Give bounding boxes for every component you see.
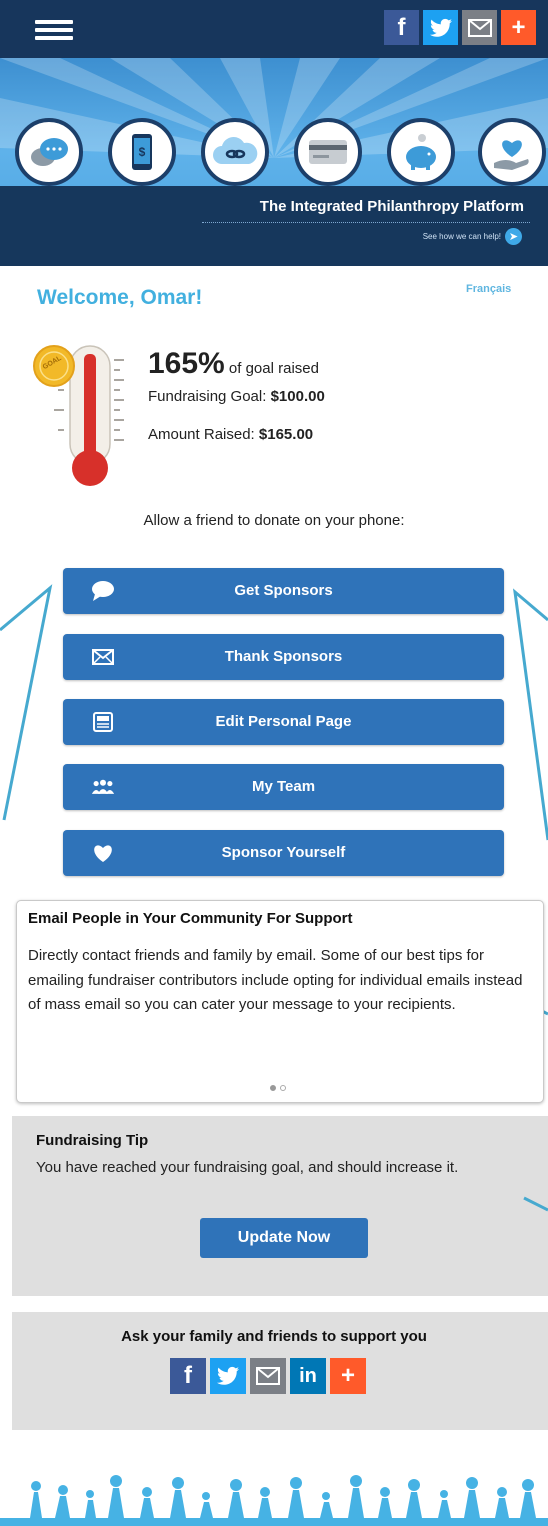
callout-tick-2 (523, 1196, 548, 1212)
percent-raised: 165% of goal raised (148, 347, 319, 381)
tip-title: Fundraising Tip (36, 1132, 149, 1149)
plus-icon[interactable]: + (330, 1358, 366, 1394)
carousel-dots (270, 1085, 286, 1091)
plus-icon[interactable]: + (501, 10, 536, 45)
raised-value: $165.00 (258, 426, 314, 443)
welcome-heading: Welcome, Omar! (37, 286, 203, 309)
raised-label: Amount Raised: (148, 426, 255, 443)
top-bar: f + (0, 0, 548, 58)
arrow-right-icon: ➤ (505, 228, 522, 245)
header-share-icons: f + (384, 10, 536, 45)
language-link[interactable]: Français (466, 283, 511, 295)
percent-value: 165% (148, 347, 225, 380)
cloud-link-icon (201, 118, 269, 186)
see-how-label: See how we can help! (422, 232, 501, 241)
twitter-icon[interactable] (423, 10, 458, 45)
email-card-title: Email People in Your Community For Suppo… (28, 910, 353, 927)
carousel-dot-1[interactable] (270, 1085, 276, 1091)
footer-share-icons: f in + (170, 1358, 366, 1394)
hamburger-icon[interactable] (35, 20, 73, 40)
mobile-phone-icon: $ (108, 118, 176, 186)
svg-text:$: $ (139, 145, 146, 159)
chat-bubbles-icon (15, 118, 83, 186)
email-card-body: Directly contact friends and family by e… (28, 947, 523, 1013)
facebook-icon[interactable]: f (384, 10, 419, 45)
heart-hand-icon (478, 118, 546, 186)
facebook-icon[interactable]: f (170, 1358, 206, 1394)
email-icon[interactable] (462, 10, 497, 45)
hero-banner: $ The Integrated Philanthropy Platform S… (0, 58, 548, 266)
tagline-bar: The Integrated Philanthropy Platform See… (0, 186, 548, 266)
thermometer-icon: GOAL (33, 345, 124, 486)
email-icon[interactable] (250, 1358, 286, 1394)
carousel-dot-2[interactable] (280, 1085, 286, 1091)
piggy-bank-icon (387, 118, 455, 186)
see-how-link[interactable]: See how we can help! ➤ (423, 228, 522, 245)
amount-raised: Amount Raised: $165.00 (148, 426, 313, 443)
fundraising-goal: Fundraising Goal: $100.00 (148, 388, 325, 405)
percent-suffix: of goal raised (228, 360, 319, 377)
tagline-text: The Integrated Philanthropy Platform (259, 198, 524, 215)
community-people-illustration (0, 1475, 548, 1526)
goal-value: $100.00 (270, 388, 325, 405)
allow-friend-text: Allow a friend to donate on your phone: (143, 512, 405, 529)
twitter-icon[interactable] (210, 1358, 246, 1394)
linkedin-icon[interactable]: in (290, 1358, 326, 1394)
ask-support-text: Ask your family and friends to support y… (121, 1328, 427, 1345)
callout-lines (0, 584, 548, 841)
tip-text: You have reached your fundraising goal, … (36, 1159, 459, 1176)
goal-label: Fundraising Goal: (148, 388, 267, 405)
tagline-divider (202, 222, 530, 224)
credit-card-icon (294, 118, 362, 186)
update-now-button[interactable]: Update Now (200, 1218, 368, 1258)
